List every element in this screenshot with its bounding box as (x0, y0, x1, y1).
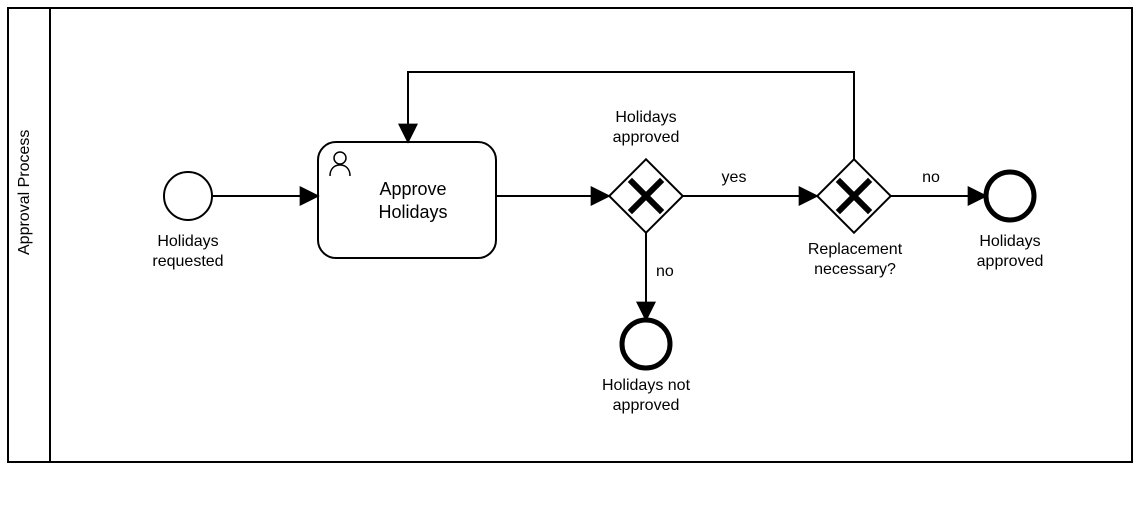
gateway-replacement-necessary-label: Replacement necessary? (790, 240, 920, 280)
pool-title: Approval Process (16, 213, 34, 255)
end-event-approved (986, 172, 1034, 220)
gateway-holidays-approved (609, 159, 683, 233)
pool-title-text: Approval Process (16, 130, 34, 255)
end-event-approved-label: Holidays approved (950, 232, 1070, 272)
gateway-replacement-necessary (817, 159, 891, 233)
end-event-not-approved (622, 320, 670, 368)
end-event-not-approved-label: Holidays not approved (586, 376, 706, 416)
start-event (164, 172, 212, 220)
flow-label-g1-no: no (656, 262, 686, 282)
flow-label-g1-yes: yes (714, 168, 754, 188)
task-approve-holidays-label: Approve Holidays (348, 178, 478, 223)
gateway-holidays-approved-label: Holidays approved (586, 108, 706, 148)
user-icon (330, 152, 350, 176)
flow-label-g2-no: no (916, 168, 946, 188)
bpmn-diagram: Approval Process Holidays requested Appr… (0, 0, 1140, 517)
start-event-label: Holidays requested (128, 232, 248, 272)
